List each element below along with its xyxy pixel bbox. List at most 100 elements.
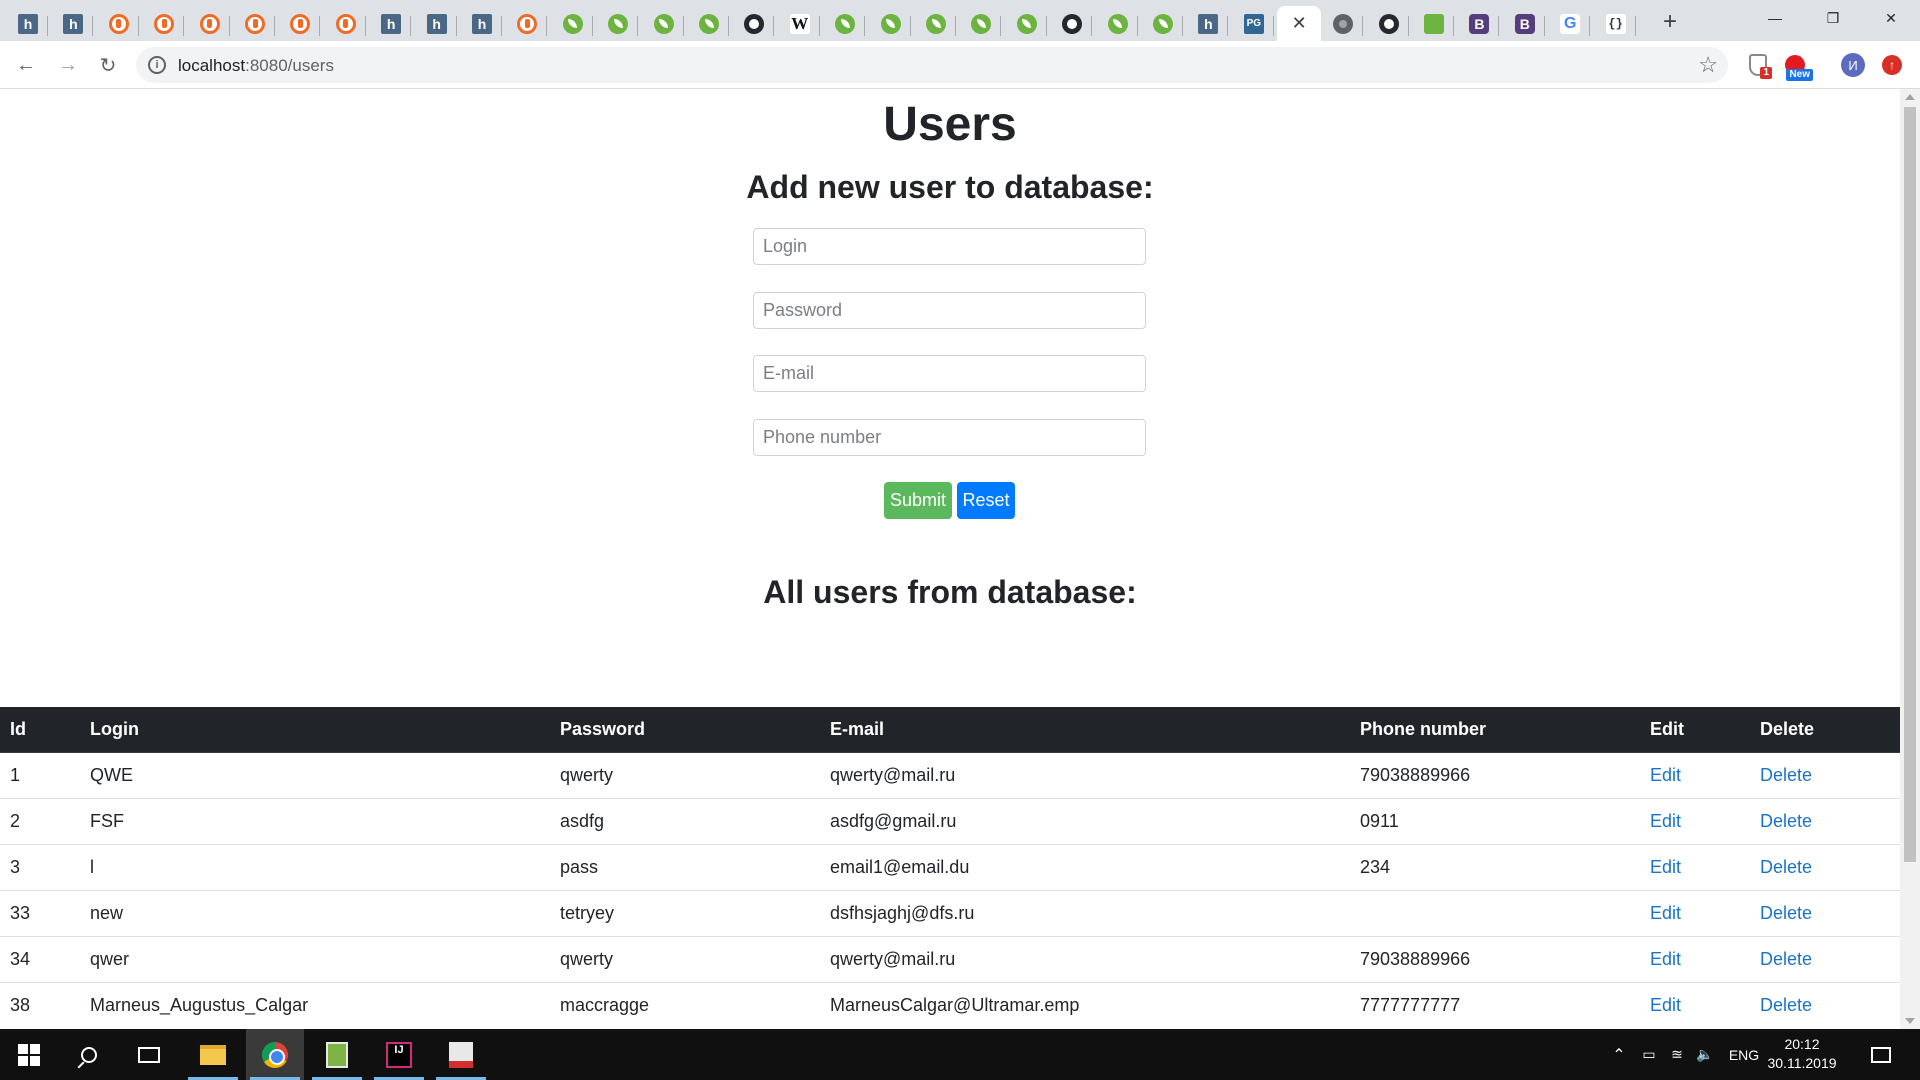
login-input[interactable] [753,228,1146,265]
cell-password: qwerty [550,935,820,982]
address-url[interactable]: localhost:8080/users [178,56,334,76]
start-button[interactable] [0,1029,58,1080]
browser-tab[interactable] [326,6,366,41]
browser-tab[interactable] [507,6,548,41]
bookmark-star-icon[interactable]: ☆ [1698,52,1718,78]
address-bar[interactable]: i localhost:8080/users ☆ [136,47,1728,83]
notepad-taskbar-button[interactable] [308,1029,366,1080]
shield-extension-icon[interactable]: 1 [1744,51,1772,79]
browser-tab[interactable] [1143,6,1183,41]
scroll-up-arrow-icon[interactable] [1905,94,1915,100]
edit-link[interactable]: Edit [1650,765,1681,785]
delete-link[interactable]: Delete [1760,857,1812,877]
browser-tab[interactable] [1323,6,1364,41]
browser-tab[interactable] [235,6,275,41]
delete-link[interactable]: Delete [1760,765,1812,785]
email-input[interactable] [753,355,1146,392]
browser-tab[interactable] [144,6,185,41]
new-badge: New [1786,69,1813,81]
delete-link[interactable]: Delete [1760,995,1812,1015]
browser-tab[interactable] [190,6,230,41]
file-explorer-button[interactable] [184,1029,242,1080]
minimize-button[interactable]: — [1752,0,1798,36]
browser-tab[interactable]: PG [1234,6,1274,41]
browser-tab[interactable]: W [780,6,820,41]
browser-tab[interactable]: B [1505,6,1545,41]
delete-link[interactable]: Delete [1760,903,1812,923]
profile-avatar[interactable]: И [1839,51,1867,79]
window-close-button[interactable]: ✕ [1868,0,1914,36]
reset-button[interactable]: Reset [957,482,1015,519]
browser-tab[interactable]: h [8,6,48,41]
browser-tab[interactable] [598,6,639,41]
edit-link[interactable]: Edit [1650,903,1681,923]
browser-tab[interactable] [644,6,684,41]
browser-tab[interactable]: h [53,6,94,41]
task-view-button[interactable] [120,1029,178,1080]
browser-tab[interactable]: h [417,6,457,41]
pdf-taskbar-button[interactable] [432,1029,490,1080]
scroll-down-arrow-icon[interactable] [1905,1018,1915,1024]
browser-tab[interactable] [1414,6,1454,41]
show-hidden-icons-button[interactable]: ⌃ [1606,1029,1632,1080]
edit-link[interactable]: Edit [1650,811,1681,831]
browser-tab[interactable]: {} [1596,6,1636,41]
delete-link[interactable]: Delete [1760,949,1812,969]
page-scrollbar[interactable] [1900,89,1920,1029]
browser-tab[interactable] [961,6,1002,41]
back-button[interactable]: ← [10,49,42,81]
intellij-taskbar-button[interactable]: IJ [370,1029,428,1080]
browser-tab[interactable] [1052,6,1093,41]
browser-tab[interactable] [1007,6,1047,41]
browser-tab[interactable] [1369,6,1409,41]
maximize-button[interactable]: ❐ [1810,0,1856,36]
volume-icon[interactable]: 🔈 [1692,1029,1718,1080]
edit-link[interactable]: Edit [1650,857,1681,877]
cell-delete: Delete [1750,843,1900,890]
browser-tab[interactable] [553,6,593,41]
browser-tab[interactable]: B [1459,6,1500,41]
wifi-icon[interactable]: ≊ [1664,1029,1690,1080]
browser-tab[interactable] [99,6,139,41]
orange-site-icon [154,13,175,34]
update-icon[interactable]: ↑ [1878,51,1906,79]
github-icon [1062,13,1083,34]
chrome-taskbar-button[interactable] [246,1029,304,1080]
password-input[interactable] [753,292,1146,329]
update-arrow-icon: ↑ [1882,55,1902,75]
browser-tab[interactable] [871,6,911,41]
browser-tab[interactable] [1098,6,1138,41]
site-info-icon[interactable]: i [148,56,166,74]
habr-icon: h [18,13,38,34]
new-tab-button[interactable]: + [1655,8,1685,36]
edit-link[interactable]: Edit [1650,949,1681,969]
taskbar-search-button[interactable] [60,1029,118,1080]
browser-tab[interactable] [825,6,866,41]
browser-tab[interactable] [734,6,775,41]
browser-tab[interactable]: h [371,6,412,41]
forward-button[interactable]: → [52,49,84,81]
users-list-title: All users from database: [763,574,1137,610]
browser-tab-active[interactable]: ✕ [1277,6,1322,41]
tab-close-icon[interactable]: ✕ [1292,13,1307,34]
action-center-button[interactable] [1862,1029,1900,1080]
scrollbar-thumb[interactable] [1904,107,1916,862]
delete-link[interactable]: Delete [1760,811,1812,831]
language-indicator[interactable]: ENG [1724,1029,1764,1080]
submit-button[interactable]: Submit [884,482,952,519]
browser-tab[interactable]: h [462,6,502,41]
browser-tab[interactable] [916,6,956,41]
battery-icon[interactable]: ▭ [1636,1029,1662,1080]
browser-tab[interactable]: G [1550,6,1591,41]
phone-input[interactable] [753,419,1146,456]
cell-edit: Edit [1640,889,1750,936]
reload-button[interactable]: ↻ [92,49,124,81]
browser-tab[interactable] [689,6,729,41]
browser-tab[interactable] [280,6,321,41]
postgres-icon: PG [1243,13,1264,34]
browser-tab[interactable]: h [1188,6,1229,41]
bootstrap-icon: B [1469,13,1490,34]
edit-link[interactable]: Edit [1650,995,1681,1015]
clock[interactable]: 20:12 30.11.2019 [1762,1035,1842,1073]
red-extension-icon[interactable]: New [1781,51,1813,81]
